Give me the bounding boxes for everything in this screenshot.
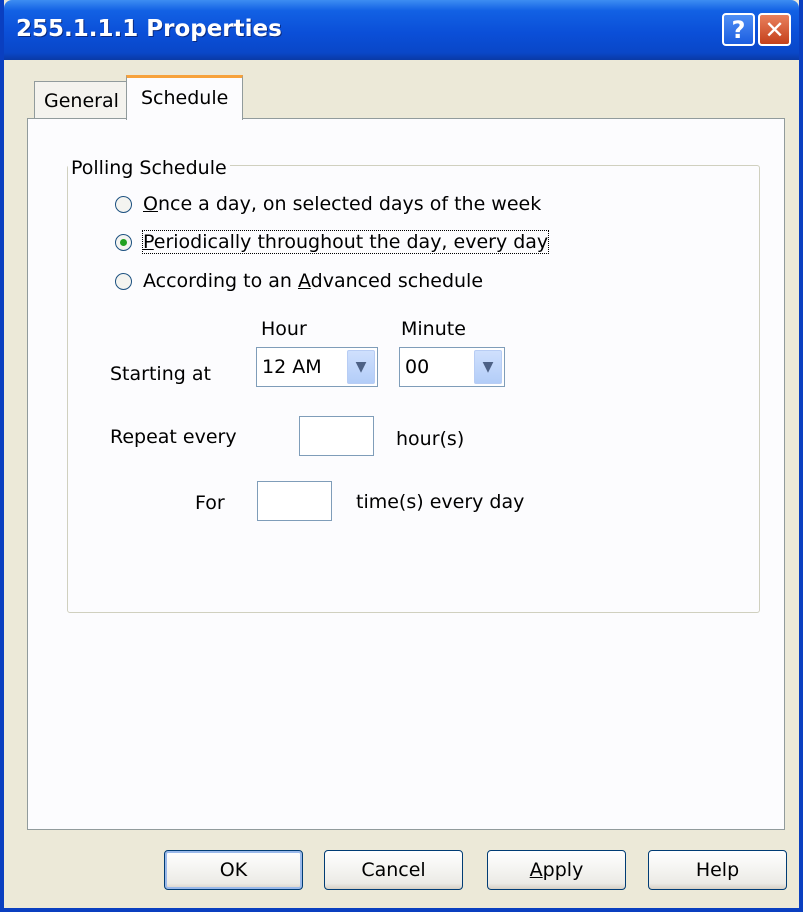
help-icon[interactable]: ? bbox=[722, 13, 755, 46]
help-button[interactable]: Help bbox=[648, 850, 787, 890]
hour-header: Hour bbox=[261, 318, 307, 340]
radio-advanced-schedule-label: According to an Advanced schedule bbox=[143, 270, 484, 292]
radio-advanced-schedule[interactable]: According to an Advanced schedule bbox=[115, 270, 483, 292]
minute-select[interactable]: 00 ▼ bbox=[399, 347, 505, 387]
close-icon[interactable]: ✕ bbox=[758, 13, 791, 46]
chevron-down-icon[interactable]: ▼ bbox=[347, 350, 375, 384]
tab-general[interactable]: General bbox=[34, 81, 127, 119]
title-bar[interactable]: 255.1.1.1 Properties ? ✕ bbox=[4, 0, 799, 60]
radio-button-icon[interactable] bbox=[115, 272, 132, 290]
radio-once-a-day[interactable]: Once a day, on selected days of the week bbox=[115, 193, 541, 215]
radio-button-checked-icon[interactable] bbox=[115, 233, 132, 251]
minute-header: Minute bbox=[401, 318, 466, 340]
apply-button-label: Apply bbox=[529, 859, 584, 881]
hour-select-value: 12 AM bbox=[262, 356, 322, 378]
radio-periodically-label: Periodically throughout the day, every d… bbox=[141, 230, 550, 254]
repeat-hours-input[interactable] bbox=[299, 416, 374, 456]
repeat-every-label: Repeat every bbox=[110, 426, 237, 448]
for-label: For bbox=[195, 492, 225, 514]
tab-schedule-label: Schedule bbox=[141, 87, 229, 109]
radio-button-icon[interactable] bbox=[115, 195, 132, 213]
window-title: 255.1.1.1 Properties bbox=[16, 16, 282, 42]
radio-once-a-day-label: Once a day, on selected days of the week bbox=[143, 193, 542, 215]
ok-button[interactable]: OK bbox=[164, 850, 303, 890]
polling-schedule-legend: Polling Schedule bbox=[68, 157, 230, 179]
hour-select[interactable]: 12 AM ▼ bbox=[256, 347, 378, 387]
tab-schedule[interactable]: Schedule bbox=[126, 75, 243, 120]
properties-dialog: 255.1.1.1 Properties ? ✕ General Schedul… bbox=[0, 0, 803, 912]
tab-general-label: General bbox=[44, 90, 119, 112]
for-times-input[interactable] bbox=[257, 481, 332, 521]
repeat-unit-label: hour(s) bbox=[396, 428, 465, 450]
chevron-down-icon[interactable]: ▼ bbox=[474, 350, 502, 384]
apply-button[interactable]: Apply bbox=[487, 850, 626, 890]
radio-periodically[interactable]: Periodically throughout the day, every d… bbox=[115, 230, 550, 254]
cancel-button[interactable]: Cancel bbox=[324, 850, 463, 890]
for-unit-label: time(s) every day bbox=[356, 491, 525, 513]
starting-at-label: Starting at bbox=[110, 363, 211, 385]
schedule-panel: Polling Schedule Once a day, on selected… bbox=[27, 118, 785, 830]
minute-select-value: 00 bbox=[405, 356, 430, 378]
